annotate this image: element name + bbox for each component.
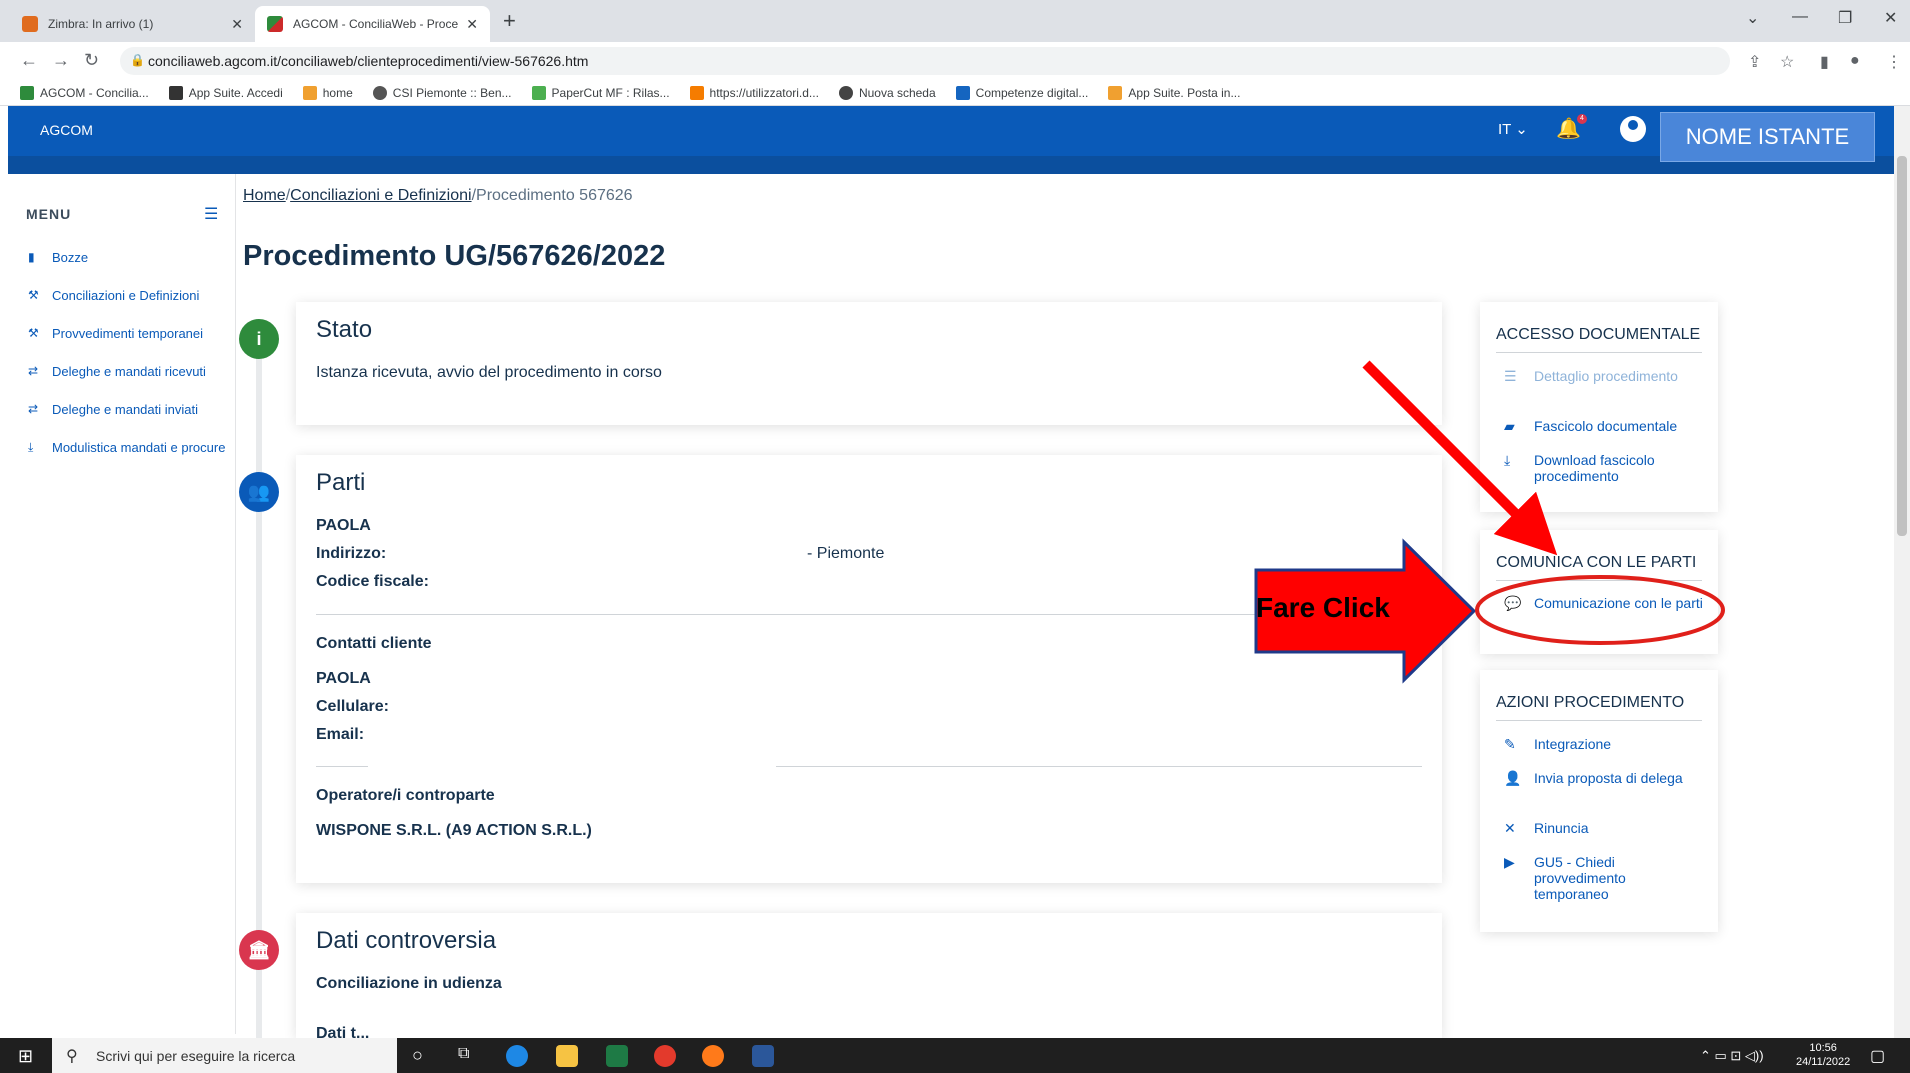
annotation-overlay (1254, 360, 1725, 684)
clock[interactable]: 10:56 24/11/2022 (1796, 1041, 1850, 1069)
scrollbar-thumb[interactable] (1897, 156, 1907, 536)
edge-icon[interactable] (506, 1045, 528, 1067)
chrome-icon[interactable] (654, 1045, 676, 1067)
taskbar: ⊞ ⚲ Scrivi qui per eseguire la ricerca ○… (0, 1038, 1910, 1073)
firefox-icon[interactable] (702, 1045, 724, 1067)
system-tray[interactable]: ⌃ ▭ ⊡ ◁)) (1700, 1048, 1764, 1064)
notifications-icon[interactable]: ▢ (1870, 1046, 1885, 1066)
task-view-icon[interactable]: ⧉ (458, 1045, 480, 1067)
cortana-icon[interactable]: ○ (412, 1045, 434, 1067)
excel-icon[interactable] (606, 1045, 628, 1067)
fare-click-callout: Fare Click (1256, 592, 1390, 623)
taskbar-search[interactable]: ⚲ Scrivi qui per eseguire la ricerca (52, 1038, 397, 1073)
highlight-ellipse (1475, 575, 1725, 645)
file-explorer-icon[interactable] (556, 1045, 578, 1067)
diagonal-arrow (1362, 360, 1558, 556)
search-icon: ⚲ (66, 1048, 78, 1065)
windows-start-icon[interactable]: ⊞ (18, 1046, 33, 1067)
page-scrollbar[interactable] (1894, 106, 1910, 1038)
word-icon[interactable] (752, 1045, 774, 1067)
